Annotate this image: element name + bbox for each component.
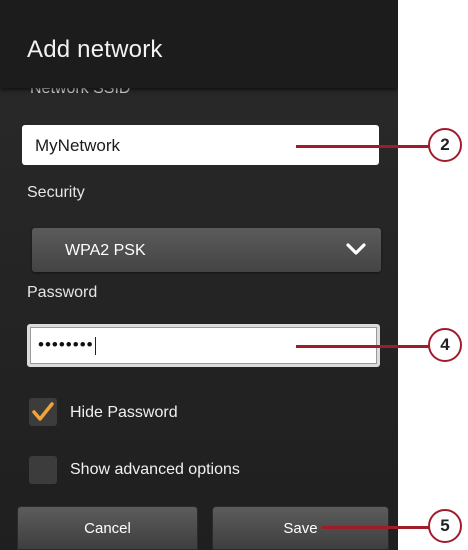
add-network-dialog: Add network Network SSID MyNetwork Secur… — [0, 0, 398, 550]
callout-5: 5 — [428, 509, 462, 543]
checkmark-icon — [32, 402, 54, 421]
callout-line-2 — [296, 145, 432, 148]
password-masked-value: •••••••• — [38, 335, 94, 354]
security-label: Security — [27, 184, 85, 201]
callout-line-4 — [296, 345, 432, 348]
chevron-down-icon — [346, 243, 366, 255]
callout-4: 4 — [428, 328, 462, 362]
text-caret — [94, 336, 96, 355]
hide-password-checkbox[interactable] — [29, 398, 57, 426]
dialog-title: Add network — [27, 36, 163, 63]
security-selected-value: WPA2 PSK — [65, 242, 146, 259]
show-advanced-options-label[interactable]: Show advanced options — [70, 461, 240, 479]
callout-2: 2 — [428, 128, 462, 162]
title-bar: Add network — [0, 0, 398, 88]
network-ssid-value: MyNetwork — [35, 136, 121, 155]
hide-password-label[interactable]: Hide Password — [70, 404, 178, 422]
security-dropdown[interactable]: WPA2 PSK — [32, 228, 381, 272]
show-advanced-options-checkbox[interactable] — [29, 456, 57, 484]
cancel-button[interactable]: Cancel — [17, 506, 198, 550]
callout-line-5 — [322, 526, 432, 529]
password-label: Password — [27, 284, 98, 301]
